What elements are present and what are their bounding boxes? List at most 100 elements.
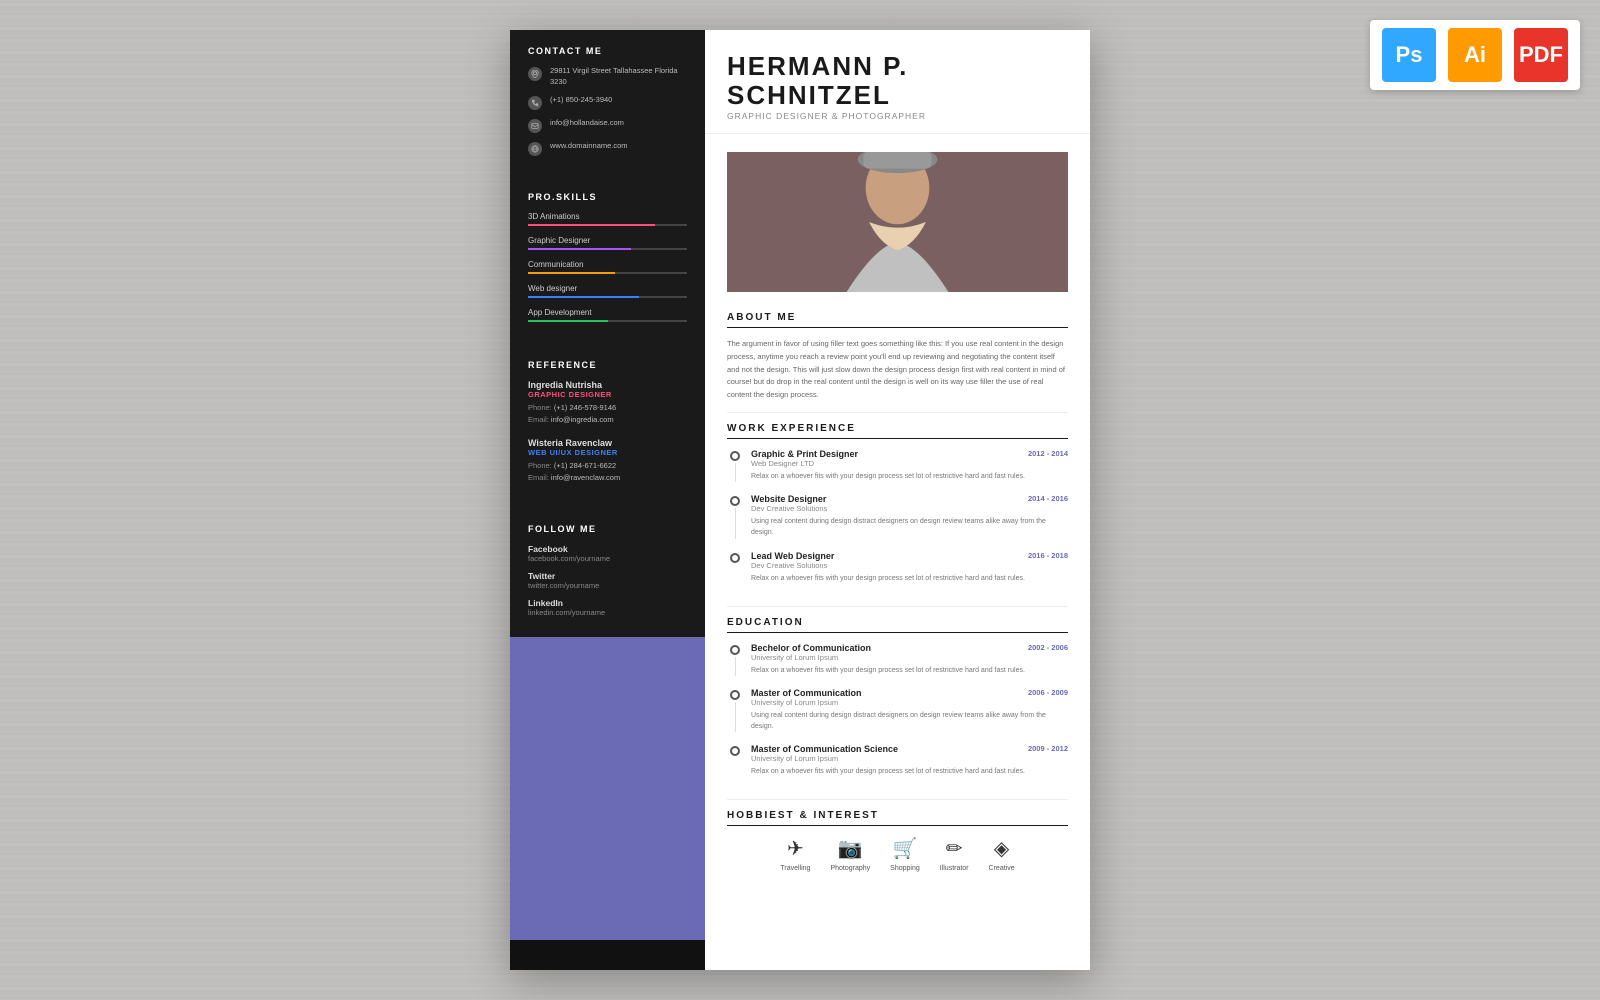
hobby-item: ◈ Creative xyxy=(989,836,1015,872)
edu-date: 2006 - 2009 xyxy=(1028,688,1068,697)
edu-degree: Master of Communication Science xyxy=(751,744,898,754)
social-url: twitter.com/yourname xyxy=(528,581,687,590)
sidebar-accent-block xyxy=(510,637,705,940)
ai-icon[interactable]: Ai xyxy=(1448,28,1502,82)
follow-title: FOLLOW ME xyxy=(528,524,687,534)
education-item: Master of Communication Science 2009 - 2… xyxy=(727,744,1068,777)
exp-dot xyxy=(730,496,740,506)
social-url: linkedin.com/yourname xyxy=(528,608,687,617)
website-text: www.domainname.com xyxy=(550,141,628,152)
exp-company: Dev Creative Solutions xyxy=(751,504,1068,513)
edu-content: Master of Communication 2006 - 2009 Univ… xyxy=(743,688,1068,732)
skill-bar-fill xyxy=(528,248,631,250)
hobby-item: ✈ Travelling xyxy=(780,836,810,872)
exp-job-title: Lead Web Designer xyxy=(751,551,834,561)
exp-date: 2014 - 2016 xyxy=(1028,494,1068,503)
exp-job-title: Graphic & Print Designer xyxy=(751,449,858,459)
education-item: Bechelor of Communication 2002 - 2006 Un… xyxy=(727,643,1068,676)
email-icon xyxy=(528,119,542,133)
photo-inner xyxy=(727,152,1068,292)
main-content: HERMANN P. SCHNITZEL Graphic Designer & … xyxy=(705,30,1090,970)
about-text: The argument in favor of using filler te… xyxy=(727,338,1068,402)
edu-content: Bechelor of Communication 2002 - 2006 Un… xyxy=(743,643,1068,676)
hobby-label: Photography xyxy=(830,865,870,872)
exp-date: 2016 - 2018 xyxy=(1028,551,1068,560)
exp-company: Web Designer LTD xyxy=(751,459,1068,468)
edu-desc: Relax on a whoever fits with your design… xyxy=(751,766,1068,777)
contact-phone: (+1) 850-245-3940 xyxy=(528,95,687,110)
exp-desc: Relax on a whoever fits with your design… xyxy=(751,573,1068,584)
skill-item: Communication xyxy=(528,260,687,274)
edu-timeline xyxy=(727,744,743,777)
candidate-title: Graphic Designer & Photographer xyxy=(727,111,1068,121)
ref-phone: Phone: (+1) 284-671-6622 xyxy=(528,460,687,472)
exp-content: Graphic & Print Designer 2012 - 2014 Web… xyxy=(743,449,1068,482)
ps-icon[interactable]: Ps xyxy=(1382,28,1436,82)
exp-dot xyxy=(730,553,740,563)
hobby-icon: ✏ xyxy=(946,836,963,861)
ref-job-title: GRAPHIC DESIGNER xyxy=(528,390,687,399)
contact-email: info@hollandaise.com xyxy=(528,118,687,133)
edu-school: University of Lorum Ipsum xyxy=(751,653,1068,662)
contact-website: www.domainname.com xyxy=(528,141,687,156)
skill-name: 3D Animations xyxy=(528,212,687,221)
edu-date: 2009 - 2012 xyxy=(1028,744,1068,753)
hobby-icon: 📷 xyxy=(838,836,863,861)
exp-dot xyxy=(730,451,740,461)
education-item: Master of Communication 2006 - 2009 Univ… xyxy=(727,688,1068,732)
ref-phone: Phone: (+1) 246-578-9146 xyxy=(528,402,687,414)
hobby-label: Creative xyxy=(989,865,1015,872)
skill-bar-fill xyxy=(528,296,639,298)
resume-header: HERMANN P. SCHNITZEL Graphic Designer & … xyxy=(705,30,1090,134)
exp-line xyxy=(735,463,736,482)
exp-timeline xyxy=(727,449,743,482)
skill-item: App Development xyxy=(528,308,687,322)
reference-item: Ingredia Nutrisha GRAPHIC DESIGNER Phone… xyxy=(528,380,687,426)
exp-company: Dev Creative Solutions xyxy=(751,561,1068,570)
edu-degree: Bechelor of Communication xyxy=(751,643,871,653)
pdf-icon[interactable]: PDF xyxy=(1514,28,1568,82)
hobby-icon: 🛒 xyxy=(893,836,918,861)
skill-bar-bg xyxy=(528,248,687,250)
hobby-label: Shopping xyxy=(890,865,920,872)
skill-name: Graphic Designer xyxy=(528,236,687,245)
hobbies-title: HOBBIEST & INTEREST xyxy=(727,810,1068,826)
work-title: WORK EXPERIENCE xyxy=(727,423,1068,439)
skill-item: Web designer xyxy=(528,284,687,298)
photo-section xyxy=(705,134,1090,292)
toolbar: Ps Ai PDF xyxy=(1370,20,1580,90)
contact-title: CONTACT ME xyxy=(528,46,687,56)
exp-header: Website Designer 2014 - 2016 xyxy=(751,494,1068,504)
skill-bar-fill xyxy=(528,272,615,274)
hobby-label: Travelling xyxy=(780,865,810,872)
ref-name: Ingredia Nutrisha xyxy=(528,380,687,390)
edu-desc: Relax on a whoever fits with your design… xyxy=(751,665,1068,676)
ref-job-title: WEB UI/UX DESIGNER xyxy=(528,448,687,457)
about-section: ABOUT ME The argument in favor of using … xyxy=(705,302,1090,412)
skill-bar-bg xyxy=(528,272,687,274)
email-text: info@hollandaise.com xyxy=(550,118,624,129)
hobby-item: 🛒 Shopping xyxy=(890,836,920,872)
website-icon xyxy=(528,142,542,156)
ps-label: Ps xyxy=(1396,42,1423,68)
ref-email: Email: info@ingredia.com xyxy=(528,414,687,426)
skill-item: Graphic Designer xyxy=(528,236,687,250)
edu-desc: Using real content during design distrac… xyxy=(751,710,1068,732)
address-text: 29811 Virgil Street Tallahassee Florida … xyxy=(550,66,687,87)
social-item: Facebook facebook.com/yourname xyxy=(528,544,687,563)
ref-name: Wisteria Ravenclaw xyxy=(528,438,687,448)
skill-name: App Development xyxy=(528,308,687,317)
hobby-icon: ◈ xyxy=(994,836,1009,861)
social-item: Twitter twitter.com/yourname xyxy=(528,571,687,590)
follow-list: Facebook facebook.com/yourname Twitter t… xyxy=(528,544,687,617)
about-title: ABOUT ME xyxy=(727,312,1068,328)
edu-school: University of Lorum Ipsum xyxy=(751,698,1068,707)
phone-icon xyxy=(528,96,542,110)
exp-content: Lead Web Designer 2016 - 2018 Dev Creati… xyxy=(743,551,1068,584)
edu-line xyxy=(735,657,736,676)
exp-job-title: Website Designer xyxy=(751,494,826,504)
exp-date: 2012 - 2014 xyxy=(1028,449,1068,458)
skill-bar-bg xyxy=(528,320,687,322)
reference-section: REFERENCE Ingredia Nutrisha GRAPHIC DESI… xyxy=(510,344,705,508)
hobbies-list: ✈ Travelling 📷 Photography 🛒 Shopping ✏ … xyxy=(727,836,1068,872)
